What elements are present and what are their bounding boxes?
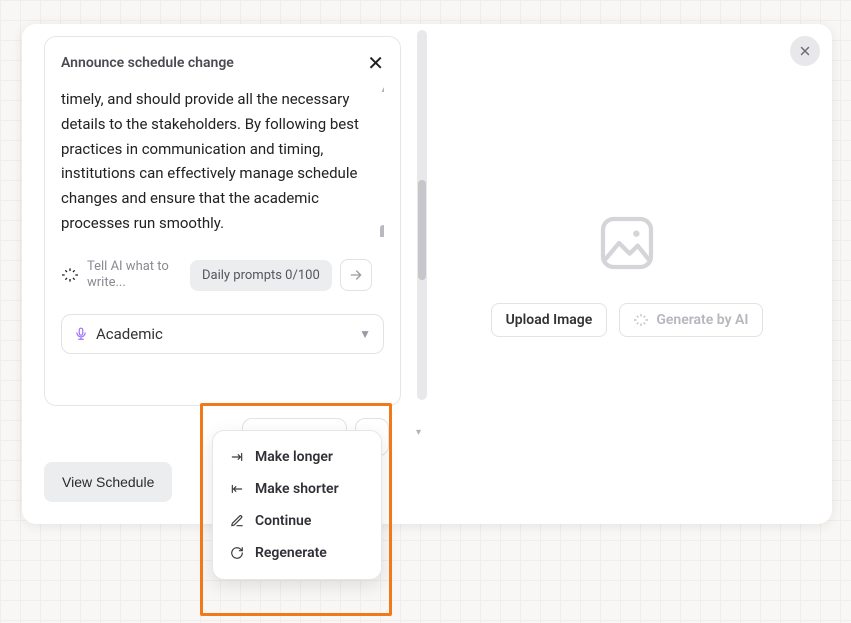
close-icon[interactable]: ✕ (367, 53, 384, 73)
generate-by-ai-label: Generate by AI (656, 312, 748, 328)
menu-continue-label: Continue (255, 513, 311, 529)
make-longer-icon (229, 450, 245, 464)
right-inner: Upload Image Generate by AI (491, 211, 764, 337)
menu-continue[interactable]: Continue (217, 505, 377, 537)
tone-select-left: Academic (74, 325, 163, 343)
upload-image-label: Upload Image (506, 312, 593, 328)
editor-title: Announce schedule change (61, 55, 234, 71)
prompt-row: Tell AI what to write... Daily prompts 0… (61, 259, 384, 292)
modal: Announce schedule change ✕ ▴ timely, and… (22, 24, 832, 524)
mic-icon (74, 327, 88, 341)
menu-make-shorter-label: Make shorter (255, 481, 339, 497)
menu-make-longer-label: Make longer (255, 449, 333, 465)
continue-icon (229, 514, 245, 528)
menu-regenerate[interactable]: Regenerate (217, 537, 377, 569)
menu-make-shorter[interactable]: Make shorter (217, 473, 377, 505)
chevron-down-icon: ▼ (359, 327, 371, 341)
caret-down-icon[interactable]: ▾ (416, 427, 421, 438)
upload-image-button[interactable]: Upload Image (491, 303, 608, 337)
tone-value: Academic (96, 325, 163, 343)
send-button[interactable] (340, 259, 372, 291)
editor-card: Announce schedule change ✕ ▴ timely, and… (44, 36, 401, 406)
daily-prompts-pill: Daily prompts 0/100 (190, 260, 332, 291)
make-shorter-icon (229, 482, 245, 496)
menu-regenerate-label: Regenerate (255, 545, 327, 561)
regenerate-icon (229, 546, 245, 560)
body-scrollbar-thumb[interactable] (380, 225, 384, 237)
menu-make-longer[interactable]: Make longer (217, 441, 377, 473)
modal-close-button[interactable] (790, 36, 820, 66)
editor-header: Announce schedule change ✕ (61, 53, 384, 73)
view-schedule-wrap: View Schedule (44, 462, 172, 502)
editor-body-text: timely, and should provide all the neces… (61, 90, 359, 232)
tone-select[interactable]: Academic ▼ (61, 314, 384, 354)
generate-by-ai-button[interactable]: Generate by AI (619, 303, 763, 337)
caret-up-icon[interactable]: ▴ (381, 87, 384, 98)
right-buttons: Upload Image Generate by AI (491, 303, 764, 337)
view-schedule-button[interactable]: View Schedule (44, 462, 172, 502)
right-panel: Upload Image Generate by AI (422, 24, 832, 524)
accept-dropdown-menu: Make longer Make shorter Continue Regene… (212, 430, 382, 580)
prompt-label[interactable]: Tell AI what to write... (87, 259, 182, 292)
sparkle-icon (634, 313, 648, 327)
image-placeholder-icon (595, 211, 659, 275)
sparkle-icon (61, 266, 79, 284)
editor-body[interactable]: ▴ timely, and should provide all the nec… (61, 87, 384, 237)
